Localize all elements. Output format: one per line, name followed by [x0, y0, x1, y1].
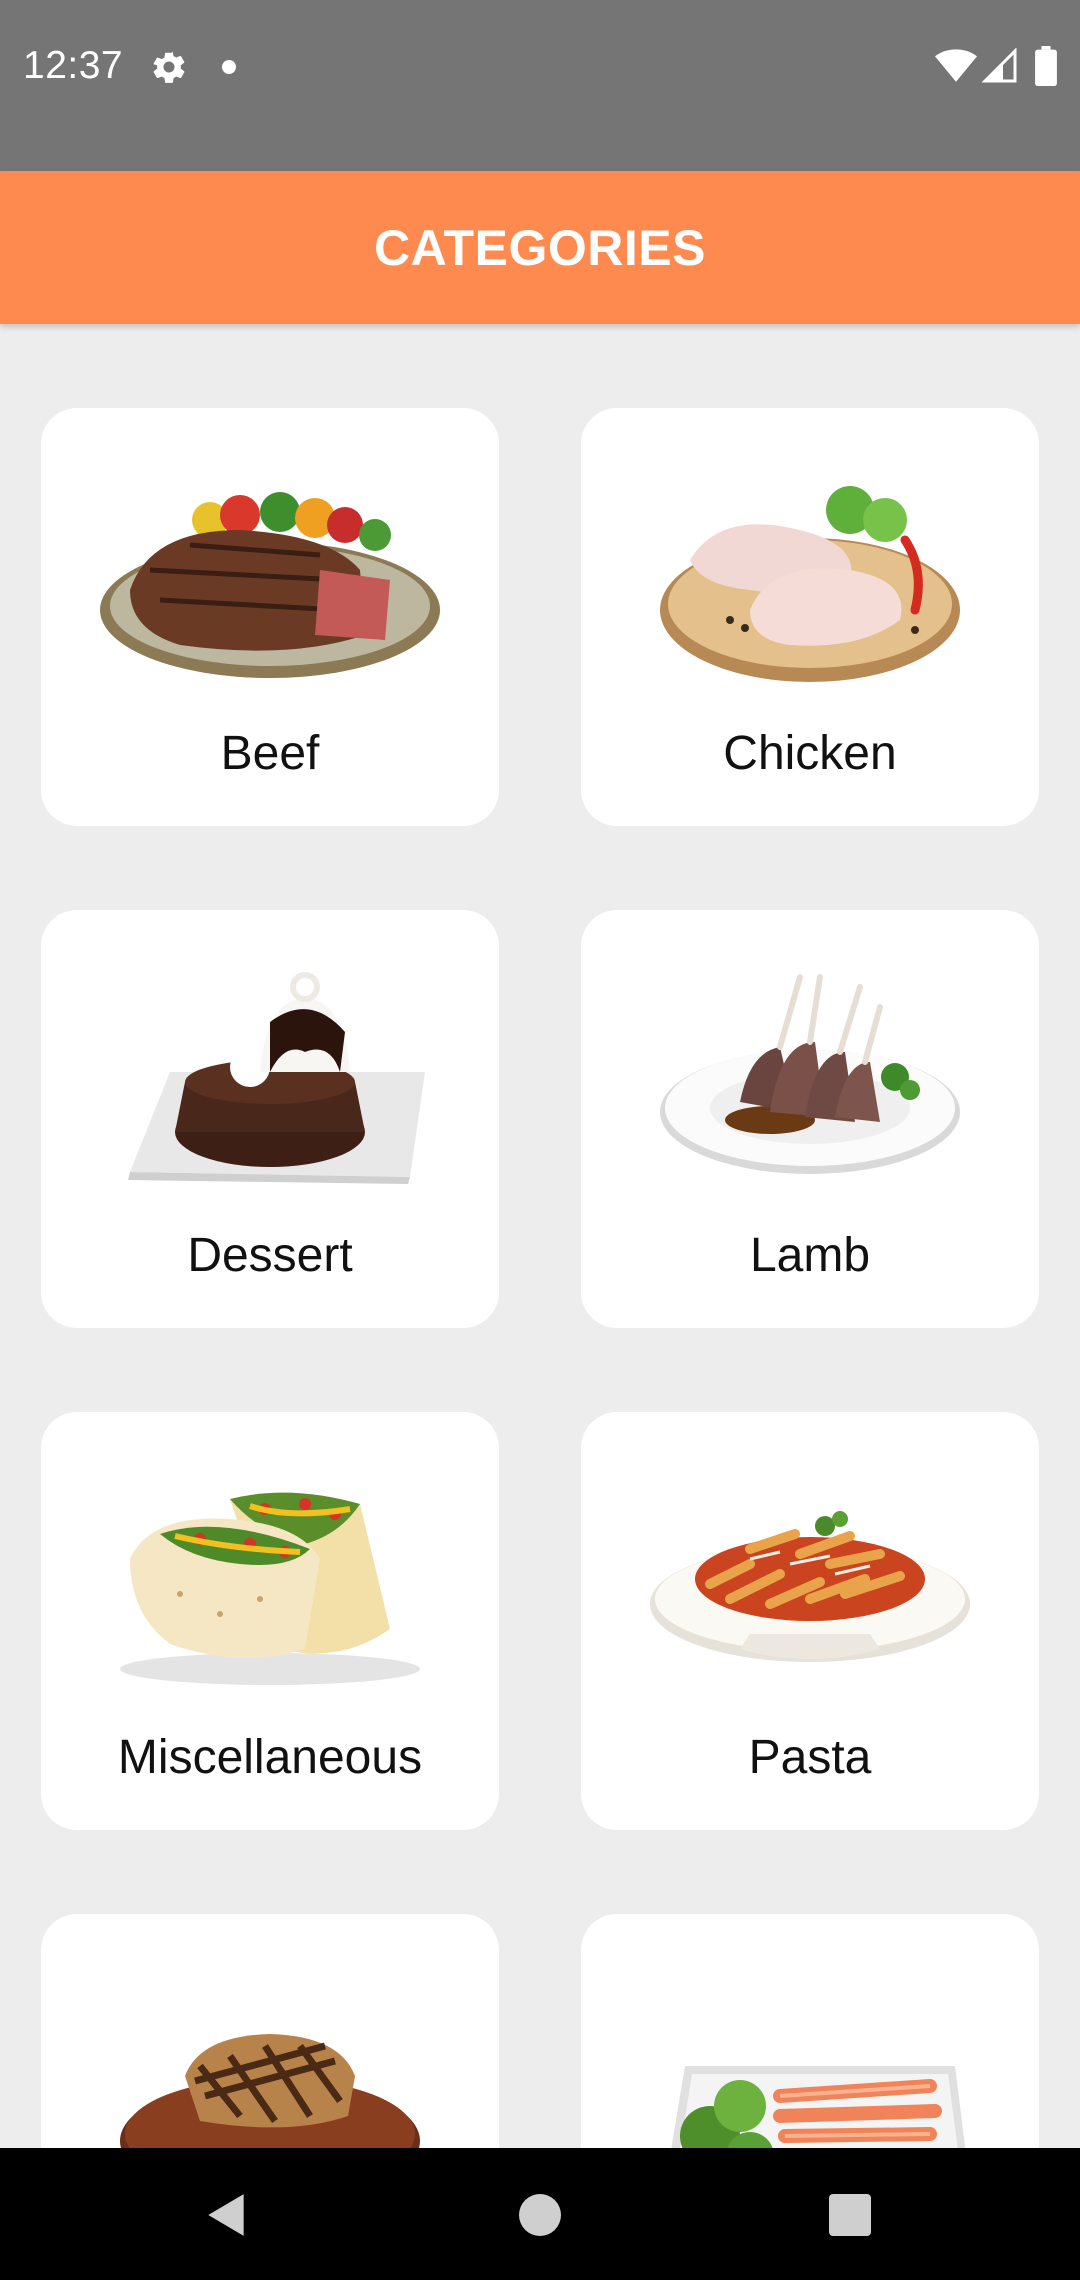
category-label: Beef — [220, 727, 320, 780]
tacos-image — [120, 1492, 420, 1685]
lamb-chops-image — [660, 974, 960, 1174]
category-card-lamb[interactable]: Lamb — [581, 910, 1039, 1328]
signal-icon — [982, 48, 1017, 83]
category-label: Dessert — [187, 1229, 353, 1282]
category-card-pasta[interactable]: Pasta — [581, 1412, 1039, 1830]
back-icon[interactable] — [202, 2190, 252, 2240]
category-card-seafood[interactable] — [581, 1914, 1039, 2148]
page-title: CATEGORIES — [374, 219, 706, 276]
category-card-dessert[interactable]: Dessert — [41, 910, 499, 1328]
beef-steak-image — [100, 492, 440, 678]
chocolate-dessert-image — [128, 972, 425, 1184]
battery-icon — [1035, 46, 1057, 86]
recents-icon[interactable] — [829, 2194, 871, 2236]
pork-chop-image — [120, 2034, 420, 2148]
system-nav-bar — [0, 2148, 1080, 2280]
category-card-pork[interactable] — [41, 1914, 499, 2148]
penne-pasta-image — [650, 1511, 970, 1662]
category-label: Chicken — [723, 727, 897, 780]
category-label: Pasta — [748, 1731, 872, 1784]
category-card-miscellaneous[interactable]: Miscellaneous — [41, 1412, 499, 1830]
category-label: Miscellaneous — [117, 1731, 423, 1784]
status-time: 12:37 — [23, 44, 124, 87]
raw-chicken-image — [660, 486, 960, 682]
category-grid[interactable]: Beef Chicken Dessert Lamb Miscellaneous … — [0, 324, 1080, 2148]
status-bar: 12:37 — [0, 0, 1080, 171]
gear-icon — [153, 51, 185, 83]
category-label: Lamb — [749, 1229, 871, 1282]
category-card-beef[interactable]: Beef — [41, 408, 499, 826]
wifi-icon — [935, 49, 977, 82]
notification-dot-icon — [222, 60, 236, 74]
app-bar: CATEGORIES — [0, 171, 1080, 324]
category-card-chicken[interactable]: Chicken — [581, 408, 1039, 826]
salmon-salad-image — [671, 2066, 966, 2148]
home-icon[interactable] — [519, 2194, 561, 2236]
